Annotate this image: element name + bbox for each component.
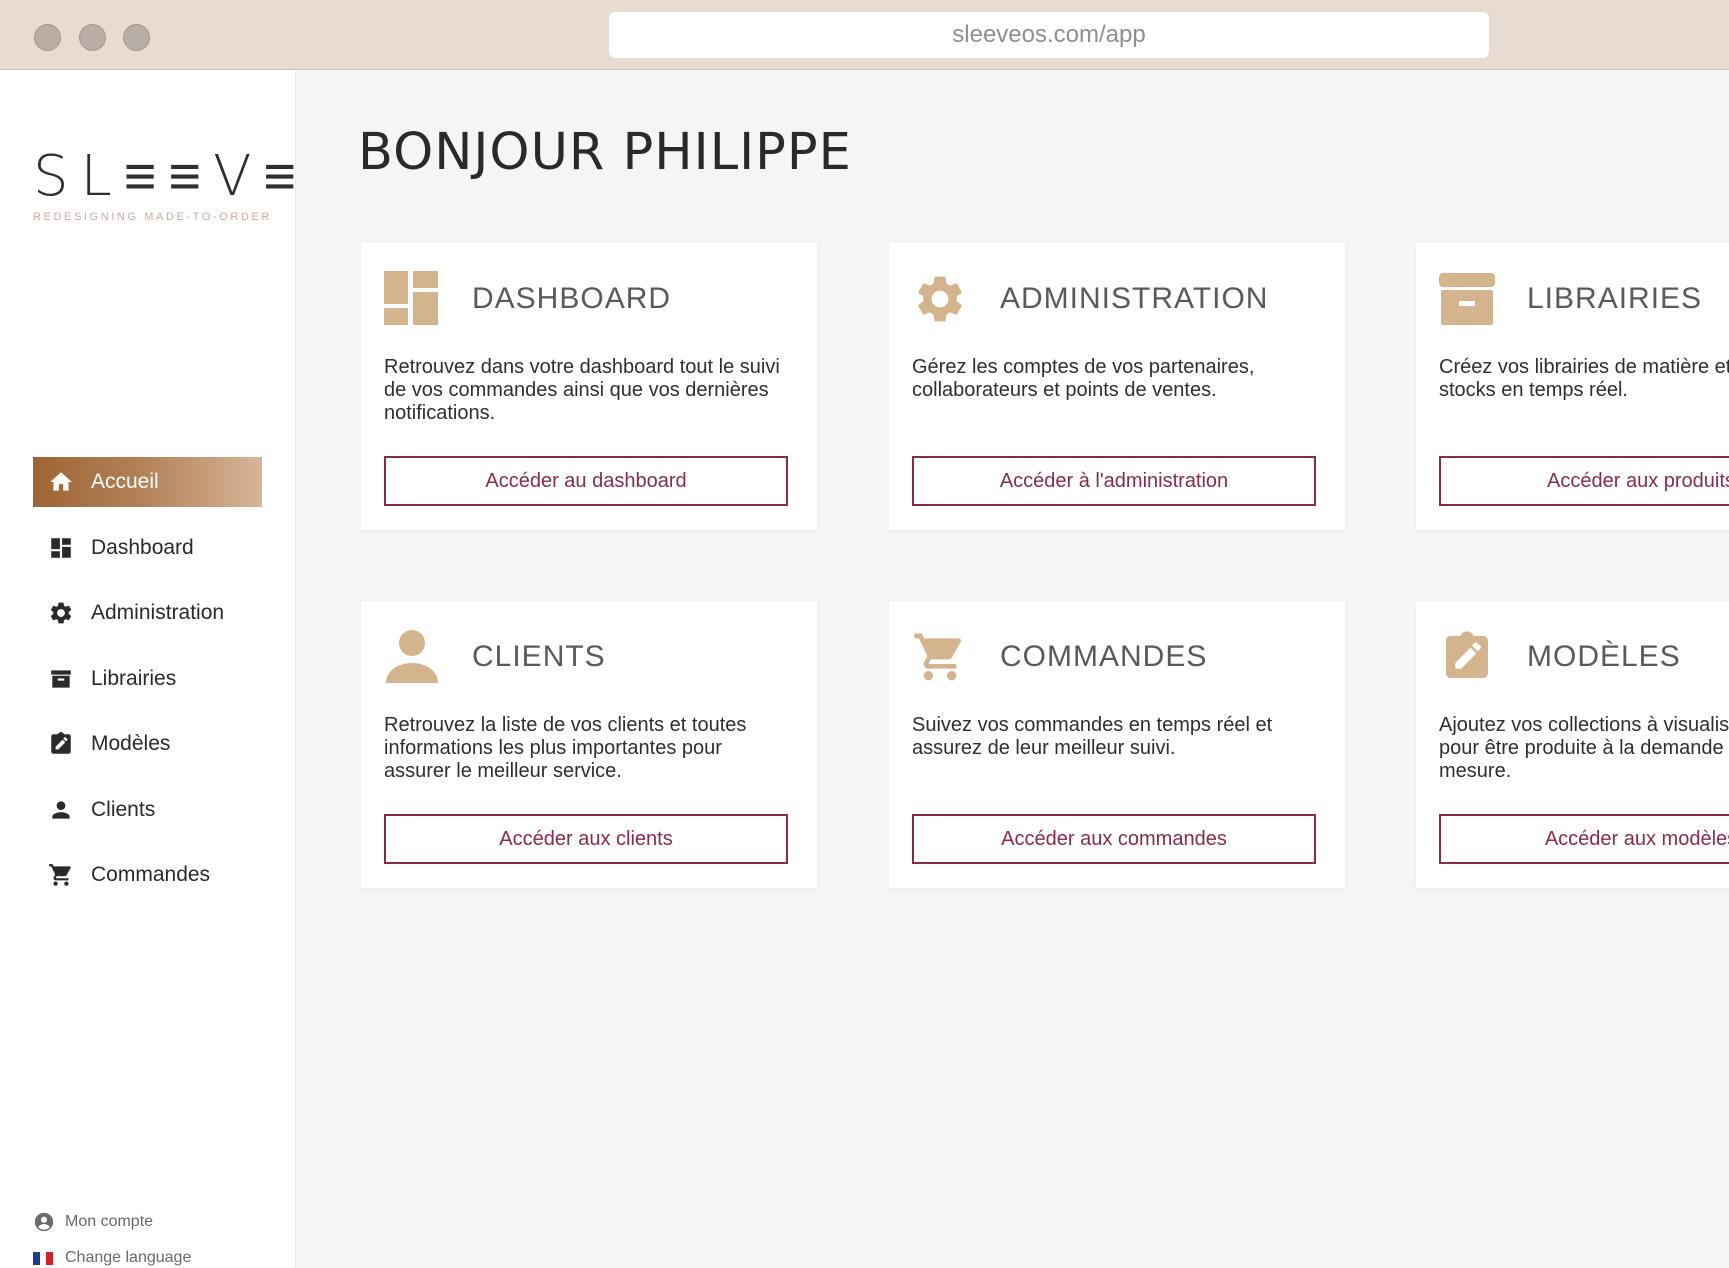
cart-icon [47, 861, 75, 889]
card-description: Suivez vos commandes en temps réel et as… [912, 714, 1273, 759]
sidebar-item-modeles[interactable]: Modèles [33, 719, 262, 769]
sidebar-item-label: Clients [91, 797, 156, 821]
brand-logo[interactable]: SL≡≡V≡ REDESIGNING MADE-TO-ORDER [33, 144, 309, 224]
person-icon [47, 796, 75, 824]
card-description: Créez vos librairies de matière et suive… [1439, 356, 1729, 401]
card-description: Gérez les comptes de vos partenaires, co… [912, 356, 1255, 401]
sidebar-item-label: Modèles [91, 732, 171, 755]
person-icon [384, 629, 440, 685]
archive-icon [47, 665, 75, 693]
sidebar-nav: Accueil Dashboard Administration Librair… [33, 457, 262, 916]
sidebar-item-administration[interactable]: Administration [33, 588, 262, 638]
sidebar-item-label: Commandes [91, 863, 211, 886]
access-orders-button[interactable]: Accéder aux commandes [912, 814, 1316, 864]
gear-icon [47, 599, 75, 627]
access-dashboard-button[interactable]: Accéder au dashboard [384, 456, 788, 506]
sidebar-item-commandes[interactable]: Commandes [33, 850, 262, 900]
sidebar-item-dashboard[interactable]: Dashboard [33, 523, 262, 573]
sidebar-item-label: Administration [91, 601, 225, 624]
logo-wordmark: SL≡≡V≡ [33, 144, 309, 209]
access-models-button[interactable]: Accéder aux modèles [1439, 814, 1729, 864]
sidebar-item-label: Accueil [91, 470, 159, 493]
french-flag-icon [33, 1247, 55, 1268]
address-bar[interactable]: sleeveos.com/app [609, 12, 1489, 58]
card-description: Ajoutez vos collections à visualiser et … [1439, 714, 1729, 782]
card-title: COMMANDES [1000, 640, 1208, 673]
main-content: BONJOUR PHILIPPE DASHBOARD Retrouvez dan… [296, 71, 1729, 1268]
change-language-link[interactable]: Change language [33, 1243, 191, 1268]
account-link-label: Mon compte [65, 1213, 154, 1230]
card-description: Retrouvez la liste de vos clients et tou… [384, 714, 747, 782]
sidebar-item-clients[interactable]: Clients [33, 785, 262, 835]
card-administration: ADMINISTRATION Gérez les comptes de vos … [889, 243, 1345, 530]
access-products-button[interactable]: Accéder aux produits [1439, 456, 1729, 506]
access-administration-button[interactable]: Accéder à l'administration [912, 456, 1316, 506]
window-close-button[interactable] [34, 24, 61, 51]
clipboard-edit-icon [1439, 629, 1495, 685]
card-modeles: MODÈLES Ajoutez vos collections à visual… [1416, 601, 1729, 888]
card-title: DASHBOARD [472, 282, 672, 315]
access-clients-button[interactable]: Accéder aux clients [384, 814, 788, 864]
sidebar-item-accueil[interactable]: Accueil [33, 457, 262, 507]
sidebar-item-label: Dashboard [91, 535, 194, 559]
card-commandes: COMMANDES Suivez vos commandes en temps … [889, 601, 1345, 888]
dashboard-icon [384, 271, 440, 327]
change-language-label: Change language [65, 1249, 192, 1266]
window-minimize-button[interactable] [79, 24, 106, 51]
clipboard-edit-icon [47, 730, 75, 758]
sidebar: SL≡≡V≡ REDESIGNING MADE-TO-ORDER Accueil… [0, 71, 296, 1268]
card-title: LIBRAIRIES [1527, 282, 1703, 315]
card-title: CLIENTS [472, 640, 606, 673]
page-title: BONJOUR PHILIPPE [358, 123, 852, 182]
card-clients: CLIENTS Retrouvez la liste de vos client… [361, 601, 817, 888]
gear-icon [912, 271, 968, 327]
dashboard-icon [47, 534, 75, 562]
browser-chrome: sleeveos.com/app [0, 0, 1729, 70]
sidebar-item-librairies[interactable]: Librairies [33, 654, 262, 704]
cart-icon [912, 629, 968, 685]
sidebar-footer: Mon compte Change language [33, 1207, 191, 1268]
card-dashboard: DASHBOARD Retrouvez dans votre dashboard… [361, 243, 817, 530]
window-maximize-button[interactable] [123, 24, 150, 51]
account-circle-icon [33, 1211, 55, 1233]
home-icon [47, 468, 75, 496]
card-description: Retrouvez dans votre dashboard tout le s… [384, 356, 780, 424]
sidebar-item-label: Librairies [91, 666, 177, 690]
account-link[interactable]: Mon compte [33, 1207, 191, 1237]
card-librairies: LIBRAIRIES Créez vos librairies de matiè… [1416, 243, 1729, 530]
archive-icon [1439, 271, 1495, 327]
card-title: MODÈLES [1527, 640, 1681, 673]
card-title: ADMINISTRATION [1000, 282, 1269, 315]
logo-tagline: REDESIGNING MADE-TO-ORDER [33, 211, 272, 223]
